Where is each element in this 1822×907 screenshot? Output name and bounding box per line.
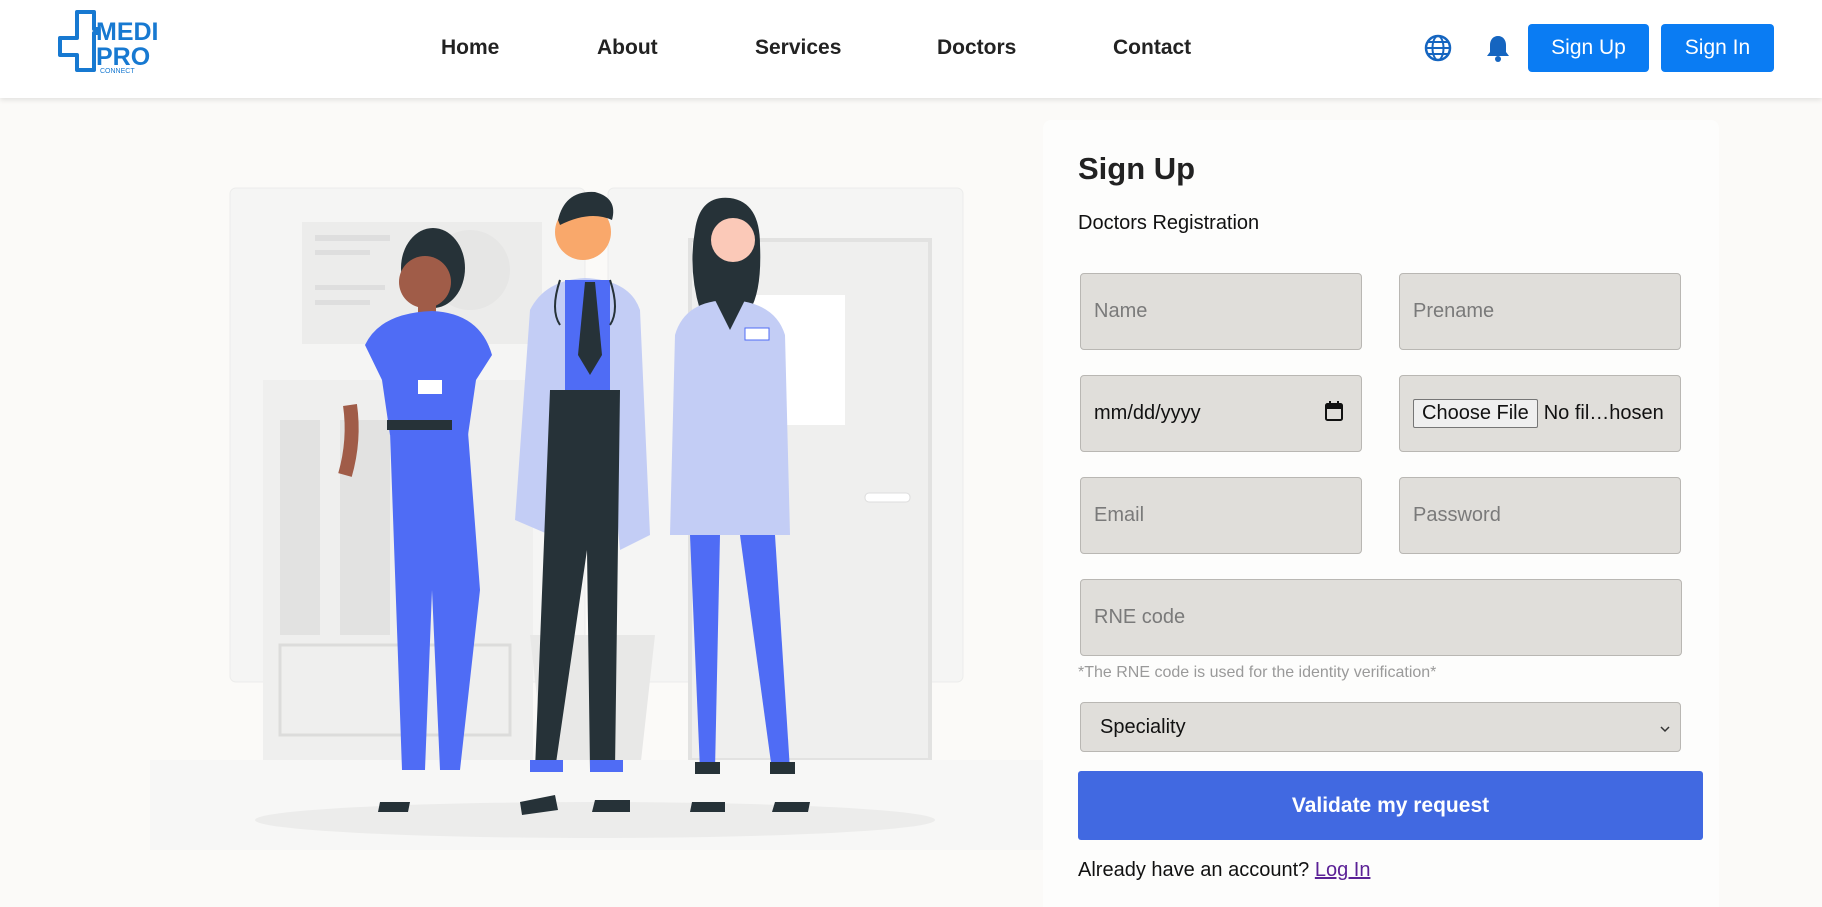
date-placeholder: mm/dd/yyyy xyxy=(1094,402,1201,424)
top-header: MEDI PRO CONNECT Home About Services Doc… xyxy=(0,0,1822,98)
nav-doctors[interactable]: Doctors xyxy=(937,36,1016,60)
signup-button[interactable]: Sign Up xyxy=(1528,24,1649,72)
bell-icon[interactable] xyxy=(1481,31,1515,65)
file-upload-input[interactable]: Choose File No fil…hosen xyxy=(1399,375,1681,452)
prename-placeholder: Prename xyxy=(1413,300,1495,322)
name-input[interactable]: Name xyxy=(1080,273,1362,350)
form-title: Sign Up xyxy=(1078,151,1196,186)
birthdate-input[interactable]: mm/dd/yyyy xyxy=(1080,375,1362,452)
nav-contact[interactable]: Contact xyxy=(1113,36,1191,60)
email-input[interactable]: Email xyxy=(1080,477,1362,554)
nav-home[interactable]: Home xyxy=(441,36,499,60)
file-status: No fil…hosen xyxy=(1543,402,1664,424)
calendar-icon[interactable] xyxy=(1325,400,1343,427)
rne-hint: *The RNE code is used for the identity v… xyxy=(1078,664,1437,681)
form-subtitle: Doctors Registration xyxy=(1078,212,1260,234)
rne-placeholder: RNE code xyxy=(1094,606,1186,628)
login-prompt: Already have an account? xyxy=(1078,859,1310,881)
login-prompt-line: Already have an account? Log In xyxy=(1078,859,1370,882)
chevron-down-icon xyxy=(1660,716,1670,739)
nav-about[interactable]: About xyxy=(597,36,658,60)
logo-text-medi: MEDI xyxy=(96,18,159,46)
prename-input[interactable]: Prename xyxy=(1399,273,1681,350)
password-placeholder: Password xyxy=(1413,504,1501,526)
name-placeholder: Name xyxy=(1094,300,1148,322)
choose-file-button[interactable]: Choose File xyxy=(1413,399,1538,428)
speciality-selected: Speciality xyxy=(1100,715,1186,738)
doctors-illustration xyxy=(150,170,1050,850)
signin-button[interactable]: Sign In xyxy=(1661,24,1774,72)
logo-text-connect: CONNECT xyxy=(100,68,135,75)
logo-text-pro: PRO xyxy=(96,43,150,71)
password-input[interactable]: Password xyxy=(1399,477,1681,554)
validate-request-button[interactable]: Validate my request xyxy=(1078,771,1703,840)
nav-services[interactable]: Services xyxy=(755,36,841,60)
login-link[interactable]: Log In xyxy=(1315,859,1371,881)
globe-icon[interactable] xyxy=(1421,31,1455,65)
email-placeholder: Email xyxy=(1094,504,1145,526)
speciality-select[interactable]: Speciality xyxy=(1080,702,1681,752)
rne-code-input[interactable]: RNE code xyxy=(1080,579,1682,656)
medipro-logo[interactable]: MEDI PRO CONNECT xyxy=(58,10,176,78)
